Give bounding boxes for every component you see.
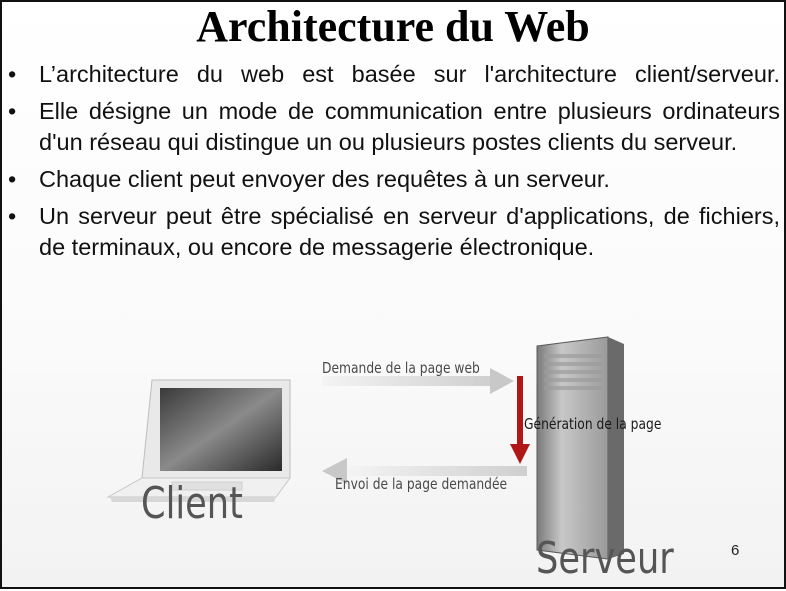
server-label: Serveur [536,533,674,584]
bullet-text: Elle désigne un mode de communication en… [39,98,780,155]
bullet-text: Chaque client peut envoyer des requêtes … [39,166,610,192]
bullet-item: • Chaque client peut envoyer des requête… [8,164,780,195]
bullet-text: L’architecture du web est basée sur l'ar… [39,61,780,87]
request-label: Demande de la page web [322,359,480,377]
bullet-marker: • [8,203,17,229]
bullet-marker: • [8,166,17,192]
slide: Architecture du Web • L’architecture du … [0,0,786,589]
bullet-item: • Un serveur peut être spécialisé en ser… [8,201,780,263]
client-server-diagram: Demande de la page web Génération de la … [2,332,786,591]
slide-title: Architecture du Web [196,2,590,51]
bullet-item: • L’architecture du web est basée sur l'… [8,59,780,90]
client-label: Client [141,478,243,529]
bullet-marker: • [8,98,17,124]
bullet-list: • L’architecture du web est basée sur l'… [8,59,780,269]
bullet-text: Un serveur peut être spécialisé en serve… [39,203,780,260]
generation-label: Génération de la page [524,415,662,433]
server-tower-icon [536,336,624,560]
page-number: 6 [731,542,740,559]
bullet-marker: • [8,61,17,87]
bullet-item: • Elle désigne un mode de communication … [8,96,780,158]
response-label: Envoi de la page demandée [335,475,508,493]
